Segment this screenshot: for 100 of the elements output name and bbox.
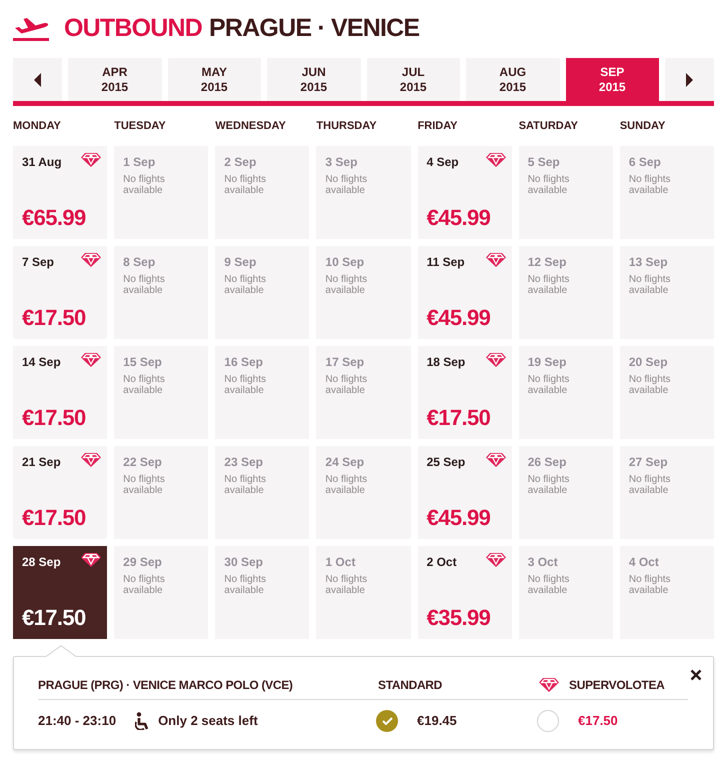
day-cell[interactable]: 14 Sep €17.50 [13, 346, 108, 439]
weekday-label: FRIDAY [418, 119, 458, 134]
close-button[interactable] [690, 669, 702, 681]
next-month-button[interactable] [665, 58, 714, 101]
weekday-label: WEDNESDAY [215, 119, 286, 134]
day-date: 2 Oct [426, 554, 457, 570]
diamond-icon [486, 153, 506, 167]
flight-times: 21:40 - 23:10 [38, 713, 116, 729]
route-title: PRAGUE · VENICE [209, 13, 420, 43]
fare-radio-button[interactable] [376, 710, 398, 732]
no-flights-note: No flights available [528, 274, 570, 296]
no-flights-note: No flights available [325, 474, 368, 496]
close-icon [690, 669, 702, 681]
fare-price: €17.50 [578, 713, 618, 729]
no-flights-note: No flights available [528, 474, 570, 496]
direction-title: OUTBOUND [64, 13, 202, 43]
diamond-icon [486, 253, 506, 267]
month-tab[interactable]: SEP 2015 [566, 58, 659, 101]
plane-departure-icon [13, 15, 49, 41]
day-cell[interactable]: 4 Sep €45.99 [418, 146, 512, 239]
day-cell[interactable]: 31 Aug €65.99 [13, 146, 108, 239]
day-date: 11 Sep [426, 254, 465, 270]
day-date: 14 Sep [22, 354, 61, 370]
no-flights-note: No flights available [123, 274, 166, 296]
seats-left-note: Only 2 seats left [158, 713, 258, 729]
day-date: 13 Sep [628, 254, 668, 270]
day-date: 4 Oct [628, 554, 659, 570]
day-cell[interactable]: 25 Sep €45.99 [418, 446, 512, 539]
day-price: €17.50 [22, 604, 86, 632]
day-date: 22 Sep [123, 454, 162, 470]
day-date: 9 Sep [224, 254, 256, 270]
day-date: 10 Sep [325, 254, 364, 270]
day-price: €17.50 [22, 304, 86, 332]
month-tab[interactable]: MAY 2015 [168, 58, 261, 101]
day-price: €65.99 [22, 204, 86, 232]
day-price: €17.50 [22, 404, 86, 432]
day-price: €45.99 [426, 504, 490, 532]
day-cell[interactable]: 11 Sep €45.99 [418, 246, 512, 339]
diamond-icon [81, 153, 102, 167]
fare-label: STANDARD [378, 677, 442, 693]
no-flights-note: No flights available [123, 174, 166, 196]
no-flights-note: No flights available [628, 274, 672, 296]
triangle-right-icon [686, 72, 693, 86]
fare-label: SUPERVOLOTEA [569, 677, 665, 693]
no-flights-note: No flights available [123, 474, 166, 496]
no-flights-note: No flights available [628, 574, 672, 596]
no-flights-note: No flights available [325, 374, 368, 396]
no-flights-note: No flights available [628, 174, 672, 196]
day-date: 3 Oct [528, 554, 558, 570]
day-cell[interactable]: 18 Sep €17.50 [418, 346, 512, 439]
fare-radio-button[interactable] [537, 710, 559, 732]
day-date: 25 Sep [426, 454, 466, 470]
no-flights-note: No flights available [325, 574, 368, 596]
no-flights-note: No flights available [224, 574, 267, 596]
day-cell[interactable]: 21 Sep €17.50 [13, 446, 108, 539]
triangle-left-icon [34, 72, 41, 86]
no-flights-note: No flights available [224, 474, 267, 496]
no-flights-note: No flights available [224, 274, 267, 296]
day-price: €17.50 [22, 504, 86, 532]
day-date: 5 Sep [528, 154, 560, 170]
month-tab[interactable]: JUL 2015 [366, 58, 460, 101]
day-cell[interactable]: 7 Sep €17.50 [13, 246, 108, 339]
no-flights-note: No flights available [528, 174, 570, 196]
day-date: 28 Sep [22, 554, 61, 570]
day-price: €35.99 [426, 604, 490, 632]
no-flights-note: No flights available [123, 574, 166, 596]
day-date: 2 Sep [224, 154, 256, 170]
day-date: 19 Sep [528, 354, 566, 370]
diamond-icon [81, 453, 102, 467]
weekday-label: THURSDAY [316, 119, 377, 134]
day-date: 17 Sep [325, 354, 364, 370]
diamond-icon [539, 678, 559, 692]
day-date: 23 Sep [224, 454, 263, 470]
day-date: 7 Sep [22, 254, 54, 270]
month-tab[interactable]: JUN 2015 [267, 58, 360, 101]
weekday-label: MONDAY [13, 119, 61, 134]
day-price: €17.50 [426, 404, 490, 432]
no-flights-note: No flights available [528, 574, 570, 596]
checkmark-icon [382, 717, 392, 725]
diamond-icon [81, 353, 102, 367]
no-flights-note: No flights available [528, 374, 570, 396]
month-tab[interactable]: APR 2015 [68, 58, 162, 101]
previous-month-button[interactable] [13, 58, 62, 101]
day-date: 26 Sep [528, 454, 566, 470]
no-flights-note: No flights available [628, 474, 672, 496]
day-date: 1 Sep [123, 154, 156, 170]
day-date: 27 Sep [628, 454, 668, 470]
day-date: 4 Sep [426, 154, 459, 170]
day-cell[interactable]: 28 Sep €17.50 [13, 546, 108, 639]
fare-price: €19.45 [417, 713, 457, 729]
day-price: €45.99 [426, 304, 490, 332]
diamond-icon [486, 553, 506, 567]
month-tab[interactable]: AUG 2015 [466, 58, 560, 101]
day-date: 29 Sep [123, 554, 162, 570]
no-flights-note: No flights available [628, 374, 672, 396]
day-date: 31 Aug [22, 154, 62, 170]
day-date: 21 Sep [22, 454, 61, 470]
route-label: PRAGUE (PRG) · VENICE MARCO POLO (VCE) [38, 677, 293, 693]
day-date: 8 Sep [123, 254, 156, 270]
day-cell[interactable]: 2 Oct €35.99 [418, 546, 512, 639]
